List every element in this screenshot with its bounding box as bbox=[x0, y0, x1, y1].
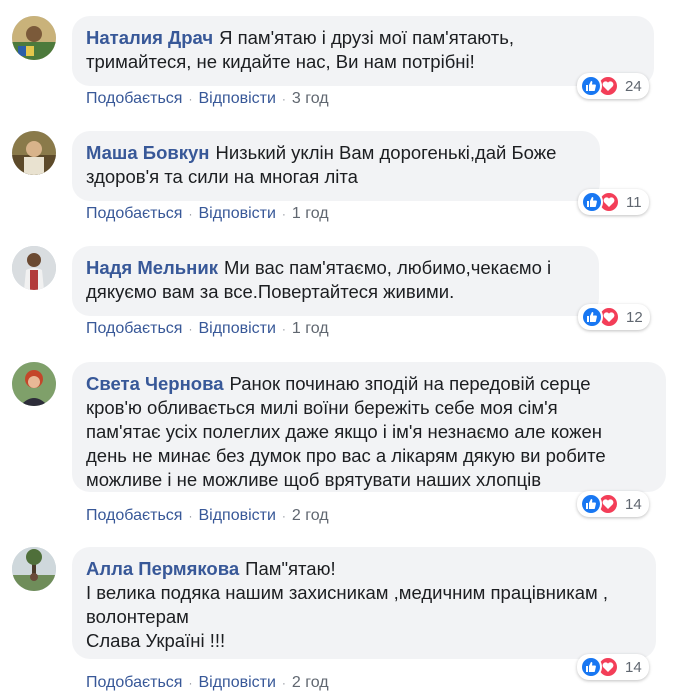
separator-dot: · bbox=[188, 509, 193, 523]
comment-bubble: Надя Мельник Ми вас пам'ятаємо, любимо,че… bbox=[72, 246, 599, 316]
avatar[interactable] bbox=[12, 246, 56, 290]
separator-dot: · bbox=[188, 322, 193, 336]
comment-author[interactable]: Наталия Драч bbox=[86, 27, 213, 48]
like-comment-link[interactable]: Подобається bbox=[86, 90, 182, 108]
reaction-count: 11 bbox=[626, 193, 642, 211]
separator-dot: · bbox=[188, 92, 193, 106]
comment-author[interactable]: Маша Бовкун bbox=[86, 142, 209, 163]
like-reaction-icon bbox=[580, 493, 602, 515]
comment-time[interactable]: 2 год bbox=[292, 507, 329, 525]
comment-bubble: Света Чернова Ранок починаю зподій на пер… bbox=[72, 362, 666, 492]
like-reaction-icon bbox=[581, 306, 603, 328]
avatar[interactable] bbox=[12, 131, 56, 175]
comment-author[interactable]: Алла Пермякова bbox=[86, 558, 239, 579]
comment-author[interactable]: Надя Мельник bbox=[86, 257, 218, 278]
like-reaction-icon bbox=[581, 191, 603, 213]
like-comment-link[interactable]: Подобається bbox=[86, 320, 182, 338]
reply-link[interactable]: Відповісти bbox=[198, 90, 275, 108]
reactions-summary[interactable]: 12 bbox=[578, 304, 650, 330]
comment-actions: Подобається · Відповісти · 1 год bbox=[86, 320, 329, 338]
comment-bubble: Алла Пермякова Пам"ятаю! І велика подяка … bbox=[72, 547, 656, 659]
like-comment-link[interactable]: Подобається bbox=[86, 507, 182, 525]
comment-author[interactable]: Света Чернова bbox=[86, 373, 224, 394]
comment-time[interactable]: 1 год bbox=[292, 320, 329, 338]
comment-actions: Подобається · Відповісти · 2 год bbox=[86, 507, 329, 525]
separator-dot: · bbox=[281, 509, 286, 523]
separator-dot: · bbox=[188, 207, 193, 221]
like-reaction-icon bbox=[580, 75, 602, 97]
avatar[interactable] bbox=[12, 16, 56, 60]
separator-dot: · bbox=[188, 676, 193, 690]
comment-time[interactable]: 3 год bbox=[292, 90, 329, 108]
reply-link[interactable]: Відповісти bbox=[198, 320, 275, 338]
like-comment-link[interactable]: Подобається bbox=[86, 205, 182, 223]
avatar[interactable] bbox=[12, 547, 56, 591]
comment-actions: Подобається · Відповісти · 3 год bbox=[86, 90, 329, 108]
reactions-summary[interactable]: 14 bbox=[577, 491, 649, 517]
reaction-count: 12 bbox=[626, 308, 643, 326]
separator-dot: · bbox=[281, 322, 286, 336]
comment-time[interactable]: 2 год bbox=[292, 674, 329, 692]
comment-actions: Подобається · Відповісти · 2 год bbox=[86, 674, 329, 692]
separator-dot: · bbox=[281, 92, 286, 106]
separator-dot: · bbox=[281, 207, 286, 221]
like-comment-link[interactable]: Подобається bbox=[86, 674, 182, 692]
avatar[interactable] bbox=[12, 362, 56, 406]
reply-link[interactable]: Відповісти bbox=[198, 205, 275, 223]
comment-actions: Подобається · Відповісти · 1 год bbox=[86, 205, 329, 223]
reactions-summary[interactable]: 11 bbox=[578, 189, 649, 215]
reaction-count: 24 bbox=[625, 77, 642, 95]
comment-bubble: Наталия Драч Я пам'ятаю і друзі мої пам'я… bbox=[72, 16, 654, 86]
comment-bubble: Маша Бовкун Низький уклін Вам дорогенькі,… bbox=[72, 131, 600, 201]
reactions-summary[interactable]: 24 bbox=[577, 73, 649, 99]
separator-dot: · bbox=[281, 676, 286, 690]
reaction-count: 14 bbox=[625, 495, 642, 513]
reaction-count: 14 bbox=[625, 658, 642, 676]
comment-time[interactable]: 1 год bbox=[292, 205, 329, 223]
reply-link[interactable]: Відповісти bbox=[198, 507, 275, 525]
reply-link[interactable]: Відповісти bbox=[198, 674, 275, 692]
reactions-summary[interactable]: 14 bbox=[577, 654, 649, 680]
like-reaction-icon bbox=[580, 656, 602, 678]
